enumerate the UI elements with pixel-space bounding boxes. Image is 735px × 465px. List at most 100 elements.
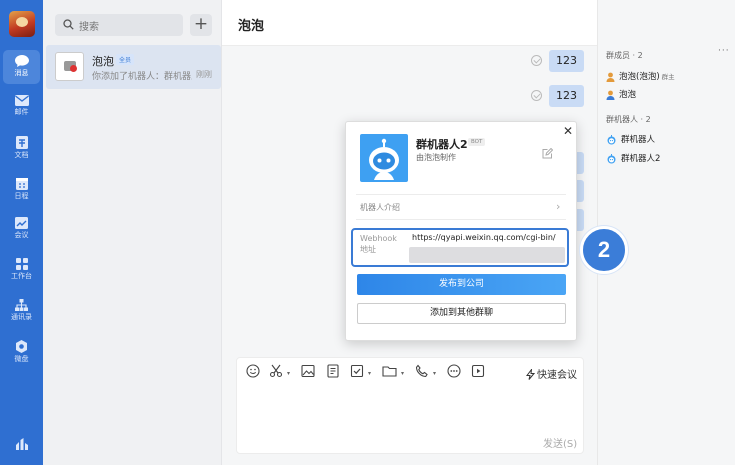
conversation-list: 搜索 + 泡泡 全员 你添加了机器人：群机器人... 刚刚 — [43, 0, 222, 465]
person-icon — [606, 72, 615, 82]
org-chart-icon — [15, 299, 28, 311]
divider — [356, 194, 566, 195]
robot-icon — [369, 138, 399, 180]
step-number-badge: 2 — [580, 226, 628, 274]
member-item[interactable]: 泡泡(泡泡) 群主 — [606, 70, 675, 84]
emoji-icon[interactable] — [246, 364, 260, 380]
publish-to-company-button[interactable]: 发布到公司 — [357, 274, 566, 295]
search-placeholder: 搜索 — [79, 22, 99, 33]
nav-item-mail[interactable]: 邮件 — [3, 90, 40, 124]
read-status-icon — [531, 55, 542, 66]
quick-meeting-label: 快速会议 — [537, 370, 577, 381]
message-bubble[interactable]: 123 — [549, 50, 584, 72]
nav-label: 通讯录 — [11, 313, 32, 321]
webhook-label-text: Webhook 地址 — [360, 234, 397, 254]
bar-chart-icon[interactable] — [15, 437, 29, 451]
file-text-icon[interactable] — [326, 364, 340, 380]
add-chat-button[interactable]: + — [190, 14, 212, 36]
image-icon[interactable] — [301, 364, 315, 380]
bots-section-title: 群机器人 · 2 — [606, 115, 651, 124]
nav-item-meeting[interactable]: 会议 — [3, 212, 40, 246]
search-icon — [63, 19, 74, 30]
edit-icon[interactable] — [542, 147, 554, 162]
bot-creator: 由泡泡制作 — [416, 153, 456, 162]
mail-icon — [14, 95, 29, 106]
nav-rail: 消息 邮件 文档 日程 会议 工作台 通讯录 微盘 — [0, 0, 43, 465]
chevron-right-icon[interactable]: › — [556, 200, 560, 213]
member-name: 泡泡 — [619, 90, 637, 100]
bot-name-title: 群机器人2 — [416, 138, 468, 151]
close-icon[interactable]: ✕ — [563, 124, 573, 138]
webhook-url[interactable]: https://qyapi.weixin.qq.com/cgi-bin/ — [412, 233, 556, 242]
message-bubble-edge — [577, 209, 584, 231]
bot-avatar — [360, 134, 408, 182]
webhook-label: Webhook 地址 — [360, 233, 404, 255]
checkbox-task-icon[interactable] — [350, 364, 364, 380]
chat-header: 泡泡 — [222, 0, 597, 46]
nav-item-contacts[interactable]: 通讯录 — [3, 294, 40, 328]
folder-icon[interactable] — [382, 364, 397, 380]
bot-profile-card: ✕ 群机器人2 BOT 由泡泡制作 机器人介绍 › Webhook 地址 htt… — [345, 121, 577, 341]
conversation-preview: 你添加了机器人：群机器人... — [92, 72, 192, 82]
user-avatar[interactable] — [9, 11, 35, 37]
search-input[interactable]: 搜索 — [55, 14, 183, 36]
chevron-down-icon[interactable]: ▾ — [287, 370, 290, 377]
phone-icon[interactable] — [415, 364, 429, 380]
owner-tag: 群主 — [661, 73, 675, 81]
nav-label: 会议 — [14, 231, 29, 239]
webhook-address-box[interactable]: Webhook 地址 https://qyapi.weixin.qq.com/c… — [351, 228, 569, 267]
webhook-url-redacted — [409, 247, 565, 263]
all-staff-badge: 全员 — [116, 54, 135, 65]
nav-item-docs[interactable]: 文档 — [3, 131, 40, 165]
bot-name: 群机器人 — [621, 135, 656, 145]
list-item-conversation[interactable]: 泡泡 全员 你添加了机器人：群机器人... 刚刚 — [46, 45, 221, 89]
add-to-other-group-button[interactable]: 添加到其他群聊 — [357, 303, 566, 324]
conversation-time: 刚刚 — [196, 70, 212, 79]
lightning-icon — [526, 367, 536, 380]
scissors-icon[interactable] — [269, 364, 283, 380]
message-bubble-edge — [577, 152, 584, 174]
robot-icon — [607, 134, 616, 144]
message-bubble[interactable]: 123 — [549, 85, 584, 107]
cloud-drive-icon — [16, 340, 27, 353]
more-members-button[interactable]: ··· — [718, 46, 730, 56]
bot-name: 群机器人2 — [621, 154, 661, 164]
more-circle-icon[interactable] — [447, 364, 461, 380]
meeting-icon — [15, 217, 28, 229]
nav-item-messages[interactable]: 消息 — [3, 50, 40, 84]
quick-meeting-button[interactable]: 快速会议 — [526, 366, 577, 381]
message-bubble-edge — [577, 180, 584, 202]
bot-item[interactable]: 群机器人2 — [606, 152, 660, 166]
chat-bubble-icon — [14, 55, 29, 67]
nav-label: 邮件 — [14, 108, 29, 116]
nav-label: 消息 — [14, 69, 29, 77]
nav-label: 文档 — [14, 151, 29, 159]
bot-badge: BOT — [468, 138, 486, 146]
chat-title: 泡泡 — [238, 19, 265, 34]
screen-share-icon[interactable] — [471, 364, 485, 380]
member-name: 泡泡(泡泡) — [619, 72, 660, 82]
nav-label: 微盘 — [14, 355, 29, 363]
person-icon — [606, 90, 615, 100]
message-composer[interactable]: ▾ ▾ ▾ ▾ 快速会议 发送(S) — [236, 357, 584, 454]
divider — [356, 219, 566, 220]
bot-item[interactable]: 群机器人 — [606, 133, 655, 147]
app-window: 消息 邮件 文档 日程 会议 工作台 通讯录 微盘 搜索 + 泡泡 全员 你添加… — [0, 0, 735, 465]
chevron-down-icon[interactable]: ▾ — [433, 370, 436, 377]
chevron-down-icon[interactable]: ▾ — [368, 370, 371, 377]
send-button[interactable]: 发送(S) — [543, 435, 577, 450]
bot-intro-row[interactable]: 机器人介绍 — [360, 202, 400, 213]
nav-item-drive[interactable]: 微盘 — [3, 335, 40, 369]
nav-label: 工作台 — [11, 272, 32, 280]
nav-item-calendar[interactable]: 日程 — [3, 172, 40, 206]
members-section-title: 群成员 · 2 — [606, 51, 643, 60]
nav-item-workbench[interactable]: 工作台 — [3, 253, 40, 287]
conversation-name: 泡泡 — [92, 55, 114, 68]
document-icon — [15, 136, 28, 149]
nav-label: 日程 — [14, 192, 29, 200]
chevron-down-icon[interactable]: ▾ — [401, 370, 404, 377]
member-item[interactable]: 泡泡 — [606, 88, 636, 102]
robot-icon — [607, 153, 616, 163]
read-status-icon — [531, 90, 542, 101]
conversation-avatar — [55, 52, 84, 81]
